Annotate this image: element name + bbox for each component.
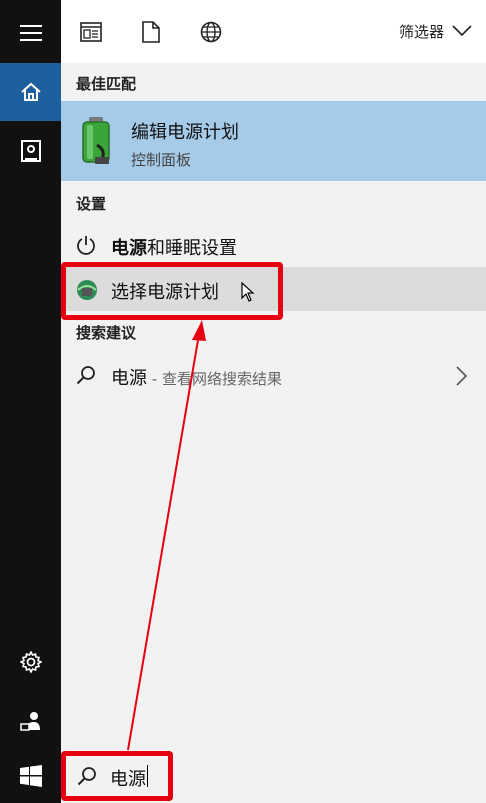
- start-menu-search: 筛选器 最佳匹配 编辑电源计划 控制面板 设置 电源和睡眠设置 选择电源计划 搜…: [0, 0, 486, 803]
- annotation-arrow: [127, 320, 206, 751]
